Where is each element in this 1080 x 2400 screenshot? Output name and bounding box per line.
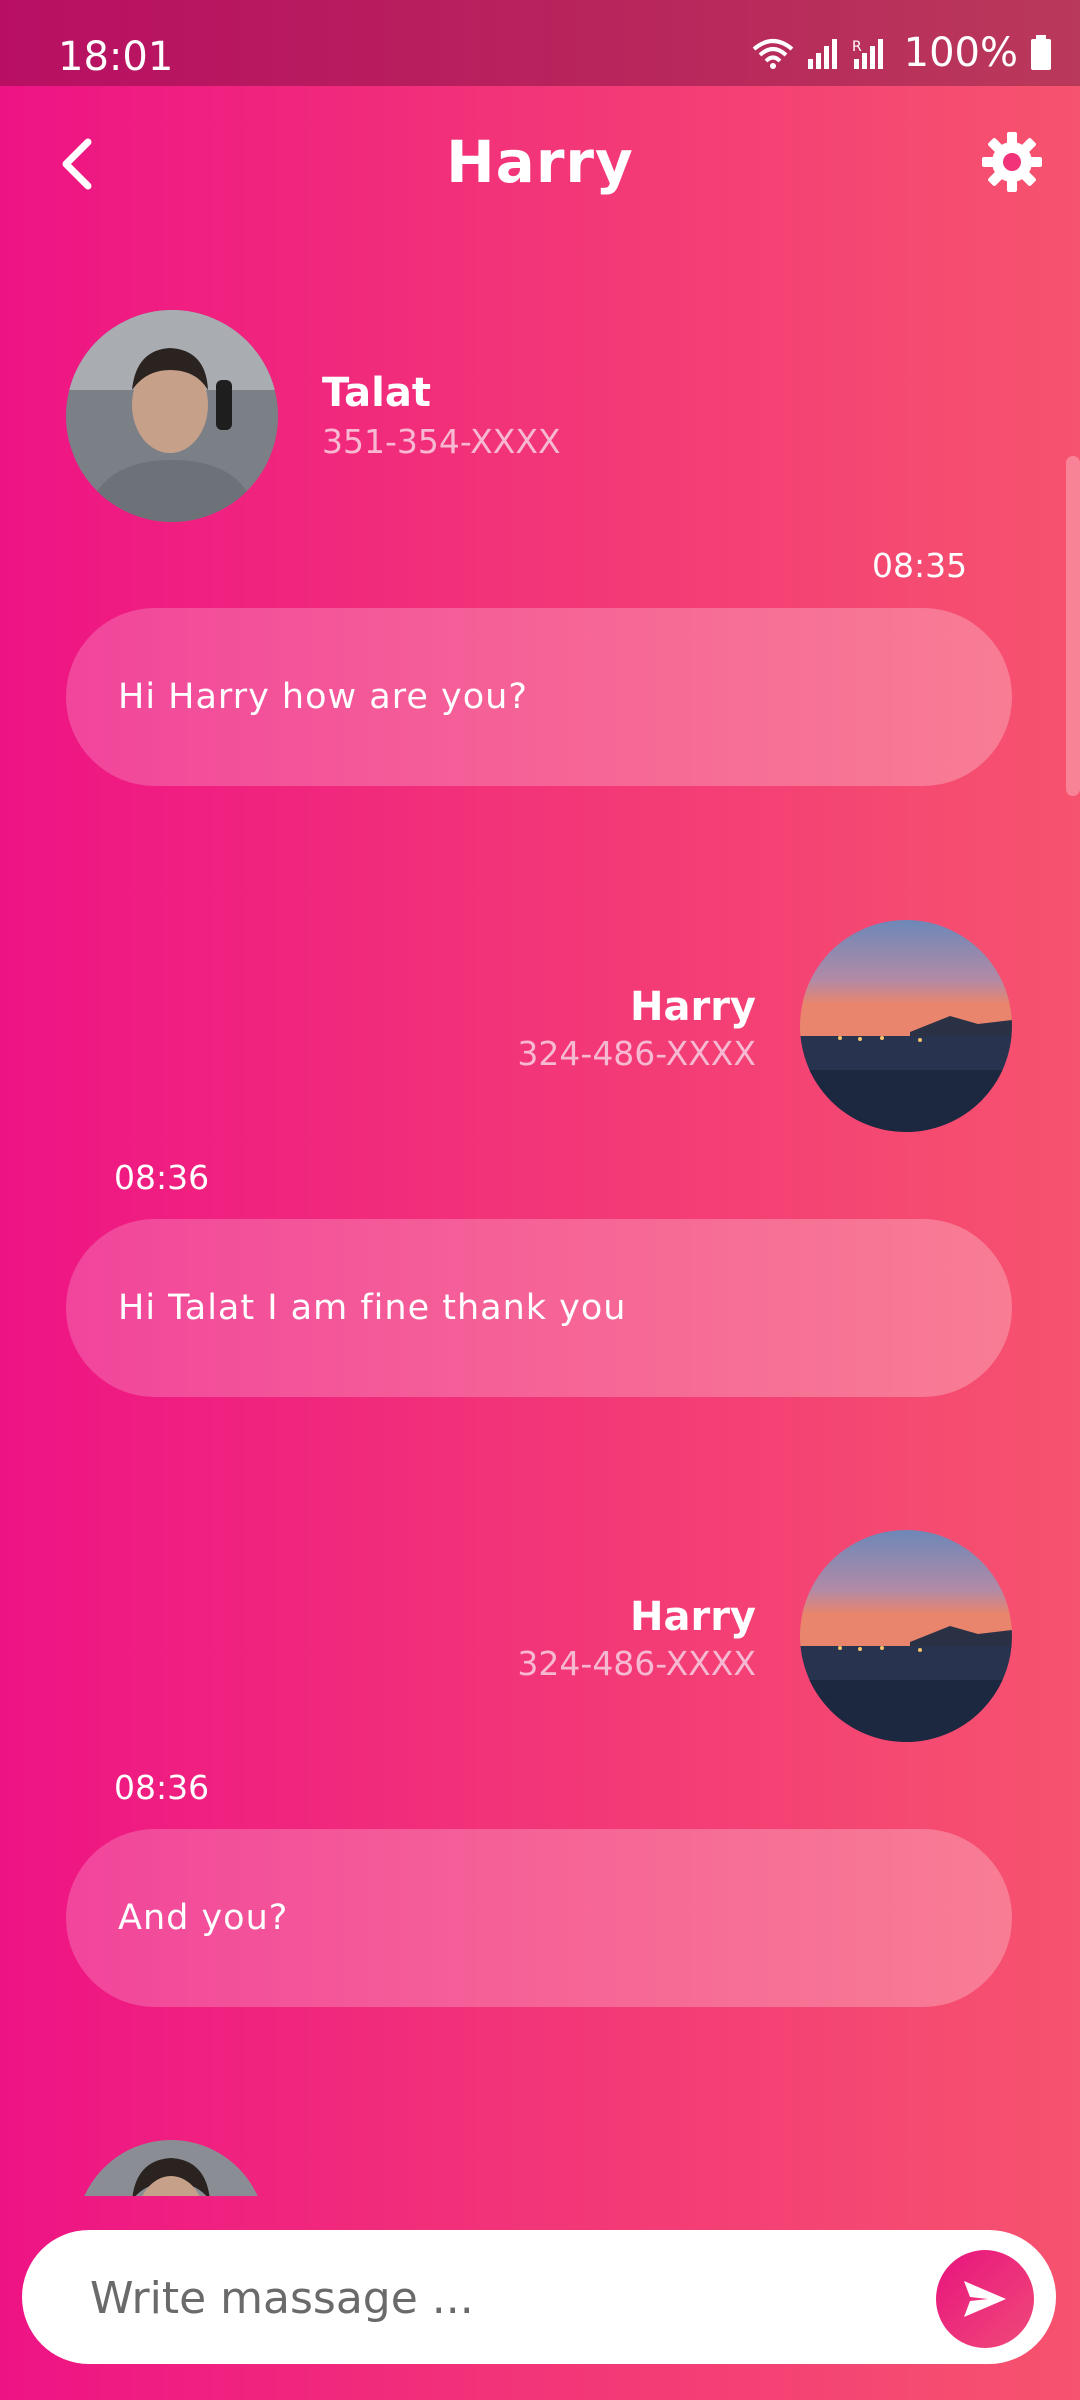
message-composer — [22, 2230, 1056, 2364]
message-bubble[interactable]: And you? — [66, 1829, 1012, 2007]
sender-name: Harry — [630, 984, 756, 1030]
sender-phone: 351-354-XXXX — [322, 422, 561, 461]
wifi-icon — [752, 39, 793, 69]
message-time: 08:36 — [114, 1158, 210, 1197]
send-button[interactable] — [936, 2250, 1034, 2348]
message-bubble[interactable]: Hi Talat I am fine thank you — [66, 1219, 1012, 1397]
message-time: 08:35 — [872, 546, 968, 585]
battery-icon — [1031, 35, 1051, 70]
message-text: Hi Harry how are you? — [118, 677, 528, 717]
sunset-landscape-photo — [800, 920, 1012, 1132]
sender-name: Talat — [322, 370, 431, 416]
sender-phone: 324-486-XXXX — [517, 1644, 756, 1683]
svg-text:R: R — [852, 39, 862, 55]
gear-icon[interactable] — [980, 130, 1044, 194]
status-icons: R 100% — [752, 30, 1052, 76]
avatar-talat[interactable] — [66, 310, 278, 522]
person-photo — [76, 2140, 266, 2196]
sender-phone: 324-486-XXXX — [517, 1034, 756, 1073]
message-time: 08:36 — [114, 1768, 210, 1807]
sender-name: Harry — [630, 1594, 756, 1640]
avatar-talat-partial — [66, 2140, 278, 2196]
message-text: And you? — [118, 1898, 289, 1938]
sunset-landscape-photo — [800, 1530, 1012, 1742]
status-bar: 18:01 R 100% — [0, 0, 1080, 86]
message-text: Hi Talat I am fine thank you — [118, 1288, 627, 1328]
avatar-harry[interactable] — [800, 920, 1012, 1132]
signal-roaming-icon: R — [852, 39, 883, 69]
send-icon — [964, 2281, 1006, 2317]
scrollbar[interactable] — [1066, 456, 1080, 796]
battery-percentage: 100% — [903, 30, 1018, 76]
avatar-harry[interactable] — [800, 1530, 1012, 1742]
page-title: Harry — [446, 128, 634, 196]
status-time: 18:01 — [58, 34, 174, 80]
message-input[interactable] — [88, 2258, 912, 2338]
message-bubble[interactable]: Hi Harry how are you? — [66, 608, 1012, 786]
person-photo — [66, 310, 278, 522]
signal-icon — [807, 39, 837, 69]
